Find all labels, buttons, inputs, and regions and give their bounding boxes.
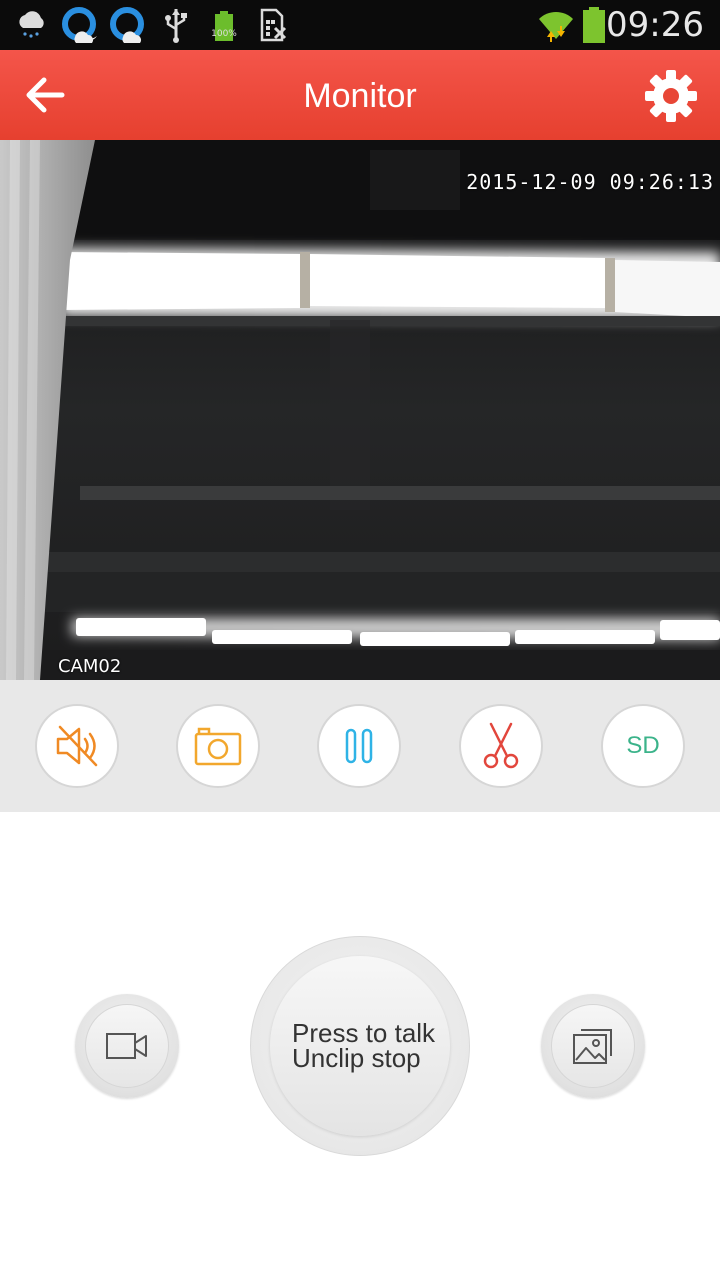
- battery-icon: [580, 0, 608, 50]
- q-app-icon: [108, 0, 148, 50]
- pause-button[interactable]: [317, 704, 401, 788]
- status-time: 09:26: [606, 5, 704, 45]
- sim-off-icon: [256, 0, 290, 50]
- video-timestamp: 2015-12-09 09:26:13: [466, 170, 714, 194]
- battery-percent-label: 100%: [211, 29, 237, 39]
- press-to-talk-button[interactable]: Press to talk Unclip stop: [250, 936, 470, 1156]
- pause-icon: [345, 728, 373, 764]
- app-bar: Monitor: [0, 50, 720, 140]
- snapshot-button[interactable]: [176, 704, 260, 788]
- usb-icon: [160, 0, 192, 50]
- q-app-icon: [60, 0, 100, 50]
- record-video-button[interactable]: [75, 994, 179, 1098]
- talk-label-line2: Unclip stop: [292, 1043, 421, 1073]
- camera-name: CAM02: [58, 656, 122, 677]
- battery-100-icon: 100%: [206, 0, 242, 50]
- clip-button[interactable]: [459, 704, 543, 788]
- speaker-muted-icon: [56, 725, 98, 767]
- wifi-icon: [536, 0, 576, 50]
- quality-label: SD: [626, 732, 660, 759]
- video-camera-icon: [106, 1033, 147, 1059]
- scissors-icon: [483, 722, 519, 769]
- gear-icon[interactable]: [644, 69, 698, 123]
- video-feed[interactable]: 2015-12-09 09:26:13 CAM02: [0, 140, 720, 680]
- gallery-button[interactable]: [541, 994, 645, 1098]
- cloud-rain-icon: [14, 0, 50, 50]
- talk-panel: Press to talk Unclip stop: [0, 812, 720, 1280]
- camera-icon: [194, 727, 242, 766]
- video-frame-image: [0, 140, 720, 680]
- page-title: Monitor: [303, 77, 417, 115]
- gallery-icon: [573, 1029, 612, 1064]
- mute-button[interactable]: [35, 704, 119, 788]
- quality-button[interactable]: SD: [601, 704, 685, 788]
- status-bar: 100% 09:26: [0, 0, 720, 50]
- control-bar: SD: [0, 680, 720, 812]
